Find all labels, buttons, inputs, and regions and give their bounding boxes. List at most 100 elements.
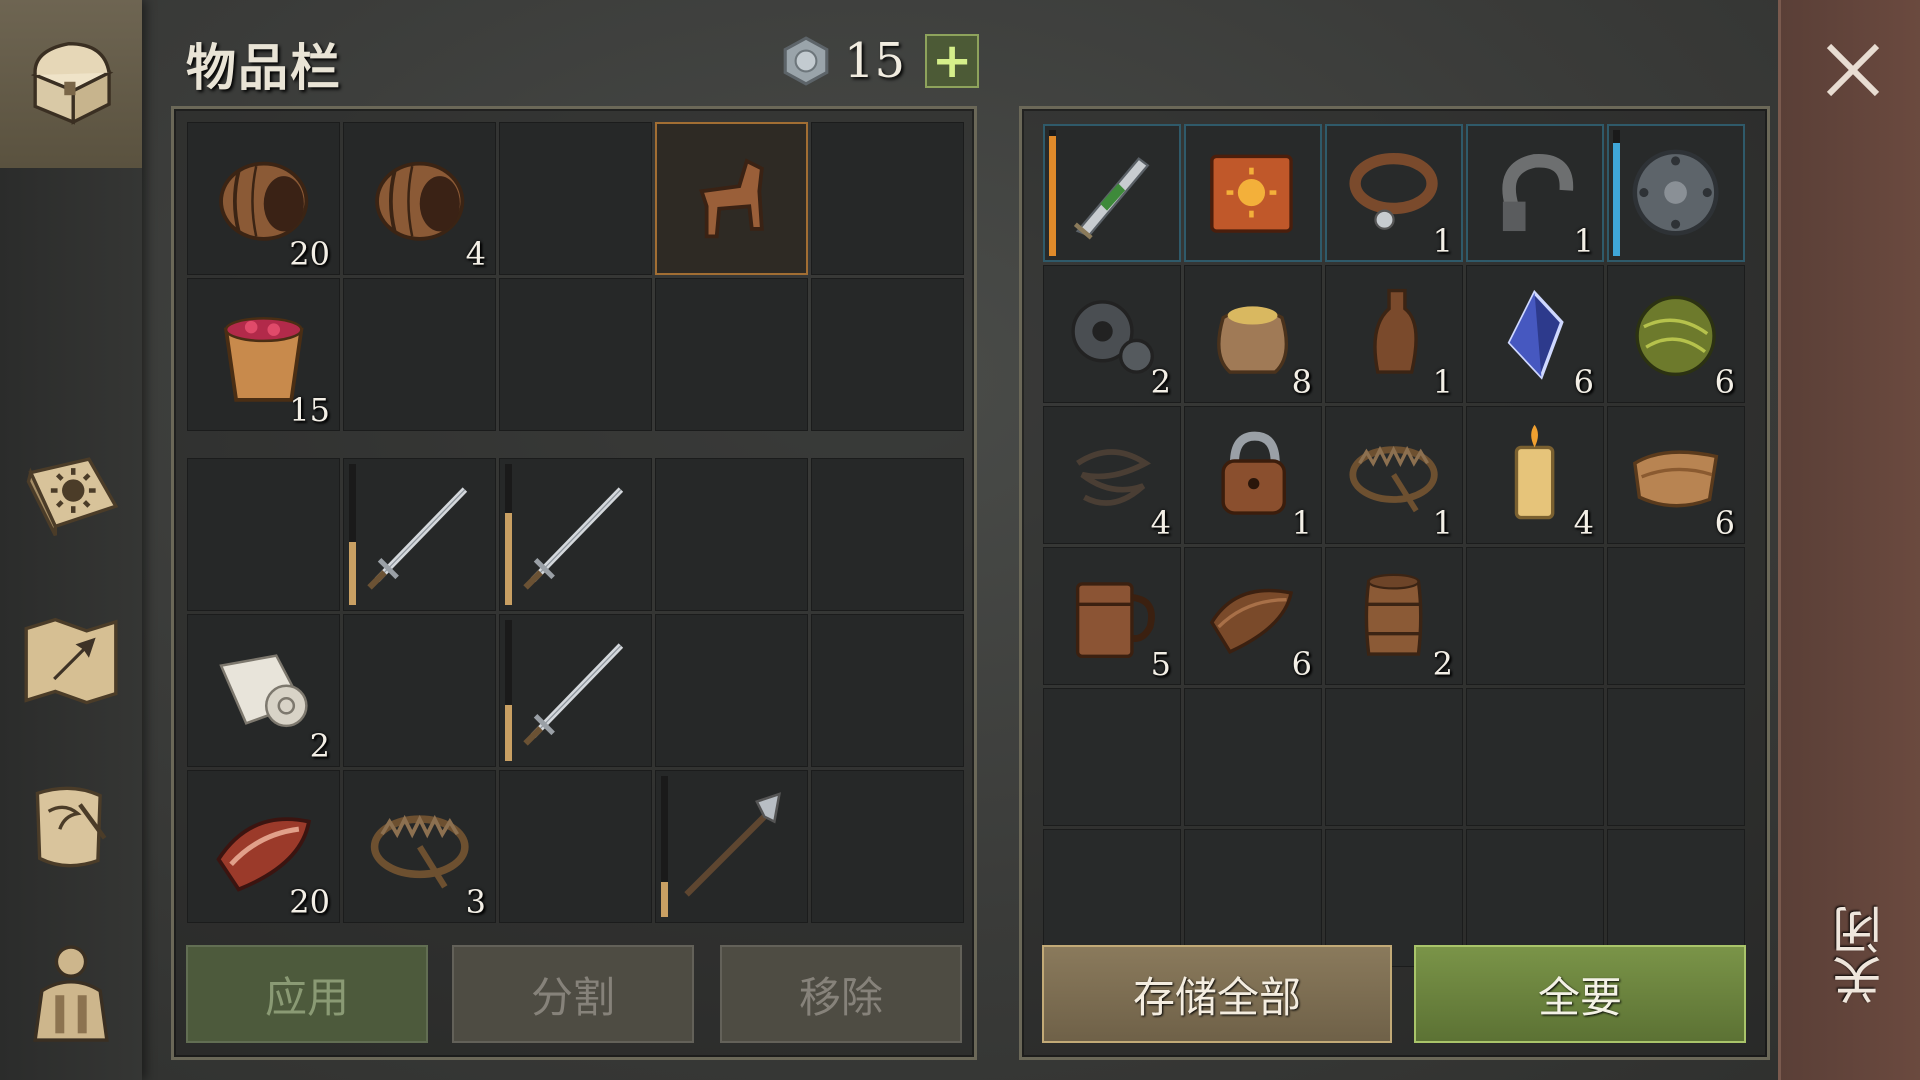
durability-bar [349,464,356,605]
inventory-slot-bear-trap[interactable]: 3 [343,770,496,923]
add-currency-button[interactable]: + [925,34,980,88]
inventory-slot-empty[interactable] [811,278,964,431]
page-title: 物品栏 [186,39,342,97]
inventory-slot-gear[interactable]: 2 [1043,265,1181,403]
inventory-slot-collar[interactable]: 1 [1325,124,1463,262]
item-count: 4 [1150,504,1171,542]
inventory-slot-empty[interactable] [811,614,964,767]
inventory-slot-empty[interactable] [499,122,652,275]
inventory-slot-sword[interactable] [499,458,652,611]
inventory-slot-grain-sack[interactable]: 8 [1184,265,1322,403]
coin-icon [783,36,829,86]
item-count: 2 [1150,363,1171,401]
item-count: 6 [1291,645,1312,683]
sidebar-item-map[interactable] [0,585,142,735]
inventory-slot-round-shield[interactable] [1607,124,1745,262]
inventory-slot-empty[interactable] [499,770,652,923]
split-button[interactable]: 分割 [452,945,694,1043]
inventory-slot-empty[interactable] [343,278,496,431]
inventory-slot-bottle[interactable]: 1 [1325,265,1463,403]
inventory-grid-top: 20 4 15 [187,122,964,431]
sidebar-item-quests[interactable] [0,752,142,902]
character-icon [33,945,109,1042]
inventory-slot-crystal[interactable]: 6 [1466,265,1604,403]
item-count: 6 [1573,363,1594,401]
inventory-slot-fiber-ball[interactable]: 6 [1607,265,1745,403]
bear-trap-icon [370,814,469,889]
inventory-slot-empty[interactable] [499,278,652,431]
inventory-slot-halberd[interactable] [655,770,808,923]
item-count: 1 [1432,222,1453,260]
item-count: 1 [1432,363,1453,401]
item-count: 20 [289,883,330,921]
item-count: 4 [1573,504,1594,542]
inventory-slot-padlock[interactable]: 1 [1184,406,1322,544]
inventory-slot-wooden-horse[interactable] [655,122,808,275]
durability-fill [505,513,512,605]
durability-bar [1613,130,1620,256]
item-count: 1 [1573,222,1594,260]
item-count: 20 [289,235,330,273]
item-count: 4 [465,235,486,273]
inventory-slot-bear-trap[interactable]: 1 [1325,406,1463,544]
inventory-slot-empty[interactable] [1607,688,1745,826]
inventory-slot-empty[interactable] [343,614,496,767]
storage-grid: 1 1 2 8 1 6 6 4 1 1 4 6 5 6 2 [1043,124,1745,967]
inventory-slot-empty[interactable] [655,458,808,611]
item-count: 6 [1714,363,1735,401]
inventory-slot-empty[interactable] [811,122,964,275]
inventory-slot-empty[interactable] [655,278,808,431]
close-panel[interactable]: 关闭 [1778,0,1920,1080]
quest-scroll-icon [35,786,107,868]
store-all-button[interactable]: 存储全部 [1042,945,1392,1043]
inventory-slot-empty[interactable] [1184,688,1322,826]
durability-bar [505,464,512,605]
item-count: 5 [1150,645,1171,683]
item-count: 15 [289,391,330,429]
durability-fill [661,881,668,917]
sidebar-item-recipes[interactable] [0,420,142,570]
remove-button[interactable]: 移除 [720,945,962,1043]
inventory-slot-leather[interactable]: 6 [1607,406,1745,544]
inventory-slot-cloth-roll[interactable]: 2 [187,614,340,767]
inventory-slot-empty[interactable] [1466,547,1604,685]
inventory-slot-sun-book[interactable] [1184,124,1322,262]
inventory-slot-barrel[interactable]: 20 [187,122,340,275]
inventory-slot-scroll-leather[interactable]: 6 [1184,547,1322,685]
sun-book-icon [26,457,119,537]
inventory-slot-empty[interactable] [655,614,808,767]
inventory-slot-shackle[interactable]: 1 [1466,124,1604,262]
inventory-slot-green-dagger[interactable] [1043,124,1181,262]
durability-bar [1049,130,1056,256]
close-icon[interactable] [1821,38,1885,102]
inventory-slot-barrel[interactable]: 4 [343,122,496,275]
inventory-slot-meat[interactable]: 20 [187,770,340,923]
inventory-slot-empty[interactable] [1325,688,1463,826]
map-arrow-icon [24,617,118,705]
sidebar-item-inventory[interactable] [0,0,142,168]
inventory-slot-mug[interactable]: 5 [1043,547,1181,685]
durability-bar [505,620,512,761]
take-all-button[interactable]: 全要 [1414,945,1746,1043]
inventory-slot-sword[interactable] [499,614,652,767]
inventory-slot-empty[interactable] [811,458,964,611]
inventory-slot-candle[interactable]: 4 [1466,406,1604,544]
inventory-slot-empty[interactable] [1043,688,1181,826]
close-label[interactable]: 关闭 [1825,905,1890,1005]
inventory-slot-berry-bucket[interactable]: 15 [187,278,340,431]
inventory-slot-sword[interactable] [343,458,496,611]
sidebar-item-character[interactable] [0,918,142,1068]
inventory-slot-small-barrel[interactable]: 2 [1325,547,1463,685]
inventory-slot-empty[interactable] [1607,547,1745,685]
inventory-slot-rope[interactable]: 4 [1043,406,1181,544]
inventory-slot-empty[interactable] [811,770,964,923]
currency-display: 15 + [780,30,980,92]
sword-icon [523,487,623,590]
inventory-slot-empty[interactable] [1466,688,1604,826]
currency-count: 15 [844,33,906,89]
sword-icon [523,643,623,746]
inventory-slot-empty[interactable] [187,458,340,611]
apply-button[interactable]: 应用 [186,945,428,1043]
barrel-icon [374,161,465,241]
item-count: 1 [1291,504,1312,542]
